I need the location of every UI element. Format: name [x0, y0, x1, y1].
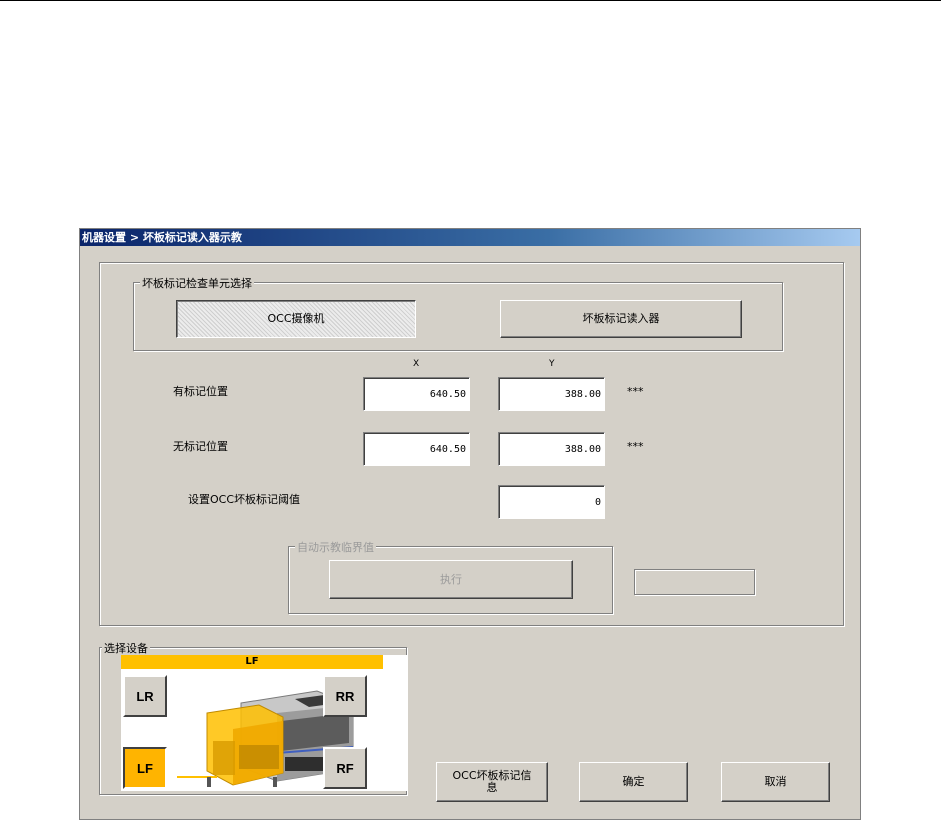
bad-mark-reader-button[interactable]: 坏板标记读入器 [500, 300, 742, 338]
occ-camera-button[interactable]: OCC摄像机 [176, 300, 416, 338]
mark-absent-status: *** [627, 440, 644, 453]
device-rr-button[interactable]: RR [323, 675, 367, 717]
teach-dialog: 机器设置 > 坏板标记读入器示教 坏板标记检查单元选择 OCC摄像机 坏板标记读… [79, 228, 861, 820]
threshold-label: 设置OCC坏板标记阈值 [188, 493, 301, 506]
device-rf-button[interactable]: RF [323, 747, 367, 789]
x-column-header: X [413, 359, 420, 369]
device-lr-button[interactable]: LR [123, 675, 167, 717]
page-top-rule [0, 0, 941, 1]
mark-absent-x-field[interactable]: 640.50 [363, 432, 470, 466]
mark-present-label: 有标记位置 [173, 385, 228, 398]
mark-absent-y-field[interactable]: 388.00 [498, 432, 605, 466]
auto-teach-result-field [634, 569, 755, 595]
occ-mark-info-label: OCC坏板标记信息 [452, 769, 532, 794]
mark-present-status: *** [627, 385, 644, 398]
occ-mark-info-button[interactable]: OCC坏板标记信息 [436, 762, 548, 802]
y-column-header: Y [549, 359, 555, 369]
auto-teach-legend: 自动示教临界值 [295, 539, 376, 555]
device-lf-button[interactable]: LF [123, 747, 167, 789]
selected-device-header: LF [121, 655, 383, 669]
threshold-field[interactable]: 0 [498, 485, 605, 519]
main-panel: 坏板标记检查单元选择 OCC摄像机 坏板标记读入器 X Y 有标记位置 640.… [99, 262, 844, 626]
mark-absent-label: 无标记位置 [173, 440, 228, 453]
auto-teach-group: 自动示教临界值 执行 [288, 539, 613, 614]
unit-select-group: 坏板标记检查单元选择 OCC摄像机 坏板标记读入器 [133, 275, 783, 351]
mark-present-x-field[interactable]: 640.50 [363, 377, 470, 411]
device-select-legend: 选择设备 [102, 640, 150, 656]
device-select-area: LF LR RR LF RF [121, 655, 407, 791]
execute-button[interactable]: 执行 [329, 560, 573, 599]
window-title: 机器设置 > 坏板标记读入器示教 [80, 229, 860, 246]
ok-button[interactable]: 确定 [579, 762, 688, 802]
mark-present-y-field[interactable]: 388.00 [498, 377, 605, 411]
cancel-button[interactable]: 取消 [721, 762, 830, 802]
unit-select-legend: 坏板标记检查单元选择 [140, 275, 254, 291]
